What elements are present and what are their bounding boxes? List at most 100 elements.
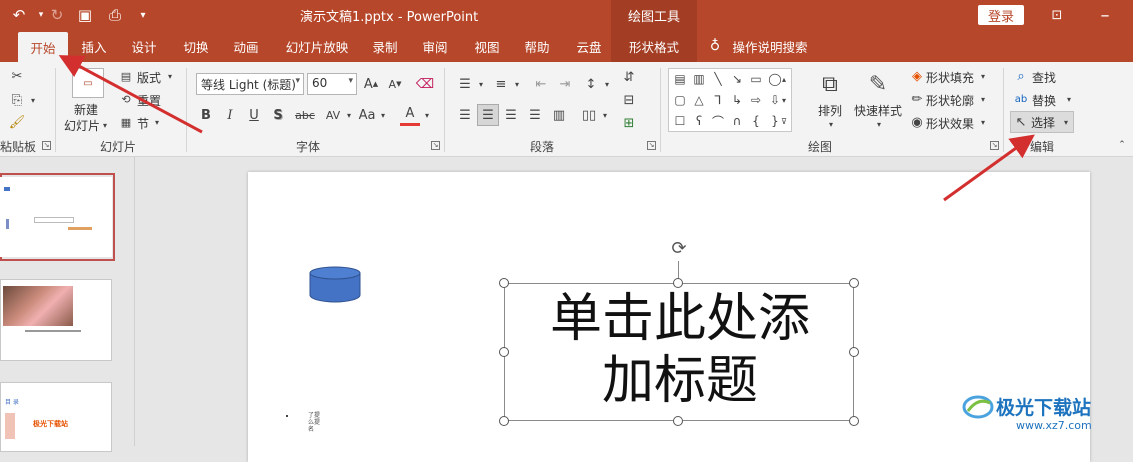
replace-dropdown-icon[interactable]: ▾ <box>1064 92 1074 106</box>
resize-handle[interactable] <box>849 278 859 288</box>
copy-dropdown-icon[interactable]: ▾ <box>26 90 40 110</box>
tab-design[interactable]: 设计 <box>122 30 166 62</box>
gallery-scroll-down-icon[interactable]: ▾ <box>777 91 791 109</box>
tab-transitions[interactable]: 切换 <box>174 30 218 62</box>
tab-home[interactable]: 开始 <box>18 32 68 62</box>
layout-icon[interactable]: ▤ <box>118 68 134 84</box>
font-launcher-icon[interactable]: ↘ <box>431 141 440 150</box>
slide-thumbnail-3[interactable]: 目 录 极光下载站 <box>0 382 112 452</box>
login-button[interactable]: 登录 <box>978 5 1024 25</box>
quick-styles-icon[interactable]: ✎ <box>862 68 894 100</box>
rectangle-shape-icon[interactable]: ▭ <box>747 70 765 88</box>
text-direction-icon[interactable]: ⇵ <box>618 66 640 88</box>
quick-styles-button[interactable]: 快速样式 <box>854 102 902 119</box>
tab-help[interactable]: 帮助 <box>516 30 558 62</box>
resize-handle[interactable] <box>499 278 509 288</box>
tab-insert[interactable]: 插入 <box>72 30 116 62</box>
slide-thumbnail-2[interactable] <box>0 279 112 361</box>
section-dropdown-icon[interactable]: ▾ <box>152 115 162 129</box>
shape-outline-dropdown-icon[interactable]: ▾ <box>978 92 988 106</box>
drawing-launcher-icon[interactable]: ↘ <box>990 141 999 150</box>
slide-thumbnails-panel[interactable]: 目 录 极光下载站 <box>0 157 135 452</box>
distributed-icon[interactable]: ▥ <box>548 104 570 126</box>
arrow-line-shape-icon[interactable]: ↘ <box>728 70 746 88</box>
increase-indent-icon[interactable]: ⇥ <box>554 73 576 95</box>
tab-cloud[interactable]: 云盘 <box>568 30 610 62</box>
ribbon-display-icon[interactable]: ⊡ <box>1046 5 1068 25</box>
section-button[interactable]: 节 <box>137 115 149 132</box>
font-size-combo[interactable]: 60 ▾ <box>307 73 357 95</box>
layout-dropdown-icon[interactable]: ▾ <box>165 69 175 83</box>
arrange-icon[interactable]: ⧉ <box>814 68 846 100</box>
title-placeholder[interactable]: 单击此处添 加标题 <box>504 283 854 421</box>
callout-shape-icon[interactable]: ☐ <box>671 112 689 130</box>
tab-animations[interactable]: 动画 <box>224 30 268 62</box>
smartart-icon[interactable]: ⊞ <box>618 112 640 134</box>
bold-button[interactable]: B <box>196 104 216 126</box>
minimize-icon[interactable]: – <box>1094 5 1116 26</box>
find-button[interactable]: 查找 <box>1032 69 1056 86</box>
font-color-dropdown-icon[interactable]: ▾ <box>422 104 432 126</box>
collapse-ribbon-icon[interactable]: ⌃ <box>1115 138 1129 152</box>
freeform-shape-icon[interactable]: ʕ <box>690 112 708 130</box>
justify-icon[interactable]: ☰ <box>524 104 546 126</box>
shrink-font-icon[interactable]: A ▼ <box>386 73 404 95</box>
clear-formatting-icon[interactable]: ⌫ <box>414 73 436 95</box>
underline-button[interactable]: U <box>244 104 264 126</box>
columns-icon[interactable]: ▯▯ <box>578 104 600 126</box>
redo-icon[interactable]: ↻ <box>46 5 68 25</box>
resize-handle[interactable] <box>499 347 509 357</box>
line-spacing-icon[interactable]: ↕ <box>580 73 602 95</box>
decrease-indent-icon[interactable]: ⇤ <box>530 73 552 95</box>
align-text-icon[interactable]: ⊟ <box>618 89 640 111</box>
shape-fill-dropdown-icon[interactable]: ▾ <box>978 69 988 83</box>
scribble-shape-icon[interactable]: ∩ <box>728 112 746 130</box>
columns-dropdown-icon[interactable]: ▾ <box>600 104 610 126</box>
format-painter-icon[interactable]: 🖌 <box>6 112 28 132</box>
shape-outline-icon[interactable]: ✏ <box>908 90 926 108</box>
resize-handle[interactable] <box>849 416 859 426</box>
gallery-scroll-up-icon[interactable]: ▴ <box>777 70 791 88</box>
shape-effects-icon[interactable]: ◉ <box>908 113 926 131</box>
tab-review[interactable]: 审阅 <box>414 30 456 62</box>
slide-thumbnail-1[interactable] <box>0 177 112 257</box>
new-slide-label[interactable]: 新建 <box>74 101 98 118</box>
layout-button[interactable]: 版式 <box>137 69 161 86</box>
resize-handle[interactable] <box>499 416 509 426</box>
character-spacing-button[interactable]: AV <box>322 104 344 126</box>
shape-effects-button[interactable]: 形状效果 <box>926 115 974 132</box>
rotate-handle-icon[interactable]: ⟳ <box>669 238 689 259</box>
shadow-button[interactable]: S <box>268 104 288 126</box>
align-center-icon[interactable]: ☰ <box>477 104 499 126</box>
font-color-button[interactable]: A <box>400 104 420 126</box>
shape-fill-button[interactable]: 形状填充 <box>926 69 974 86</box>
replace-icon[interactable]: ab <box>1012 90 1030 108</box>
bullets-icon[interactable]: ☰ <box>454 73 476 95</box>
rounded-rect-shape-icon[interactable]: ▢ <box>671 91 689 109</box>
reset-icon[interactable]: ⟲ <box>118 91 134 107</box>
italic-button[interactable]: I <box>220 104 240 126</box>
quick-styles-dropdown-icon[interactable]: ▾ <box>874 118 884 130</box>
arrange-button[interactable]: 排列 <box>818 102 842 119</box>
connector-shape-icon[interactable]: ⅂ <box>709 91 727 109</box>
copy-icon[interactable]: ⎘ <box>6 90 28 110</box>
case-dropdown-icon[interactable]: ▾ <box>378 104 388 126</box>
line-shape-icon[interactable]: ╲ <box>709 70 727 88</box>
cut-icon[interactable]: ✂ <box>6 66 28 86</box>
left-brace-shape-icon[interactable]: { <box>747 112 765 130</box>
clipboard-launcher-icon[interactable]: ↘ <box>42 141 51 150</box>
font-family-combo[interactable]: 等线 Light (标题) ▾ <box>196 73 304 95</box>
line-spacing-dropdown-icon[interactable]: ▾ <box>602 73 612 95</box>
tab-record[interactable]: 录制 <box>364 30 406 62</box>
vertical-textbox-shape-icon[interactable]: ▥ <box>690 70 708 88</box>
spacing-dropdown-icon[interactable]: ▾ <box>344 104 354 126</box>
tab-view[interactable]: 视图 <box>466 30 508 62</box>
resize-handle[interactable] <box>673 278 683 288</box>
arrange-dropdown-icon[interactable]: ▾ <box>826 118 836 130</box>
textbox-shape-icon[interactable]: ▤ <box>671 70 689 88</box>
tell-me-search[interactable]: 操作说明搜索 <box>728 30 812 62</box>
grow-font-icon[interactable]: A ▲ <box>362 73 380 95</box>
numbering-icon[interactable]: ≡ <box>490 73 512 95</box>
change-case-button[interactable]: Aa <box>356 104 378 126</box>
print-preview-icon[interactable]: ⎙ <box>104 5 126 25</box>
